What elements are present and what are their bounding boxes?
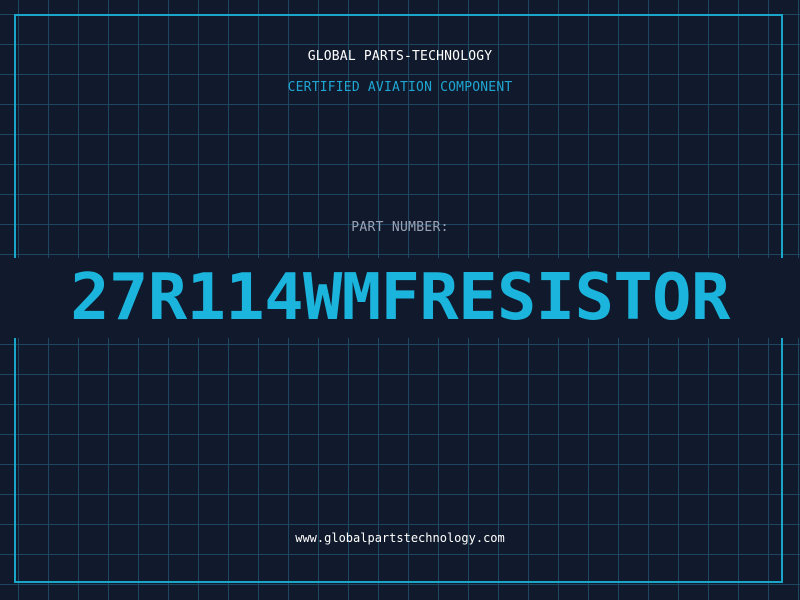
brand-name: GLOBAL PARTS-TECHNOLOGY xyxy=(307,49,493,64)
part-number-value: 27R114WMFRESISTOR xyxy=(70,261,730,335)
certification-subtitle: CERTIFIED AVIATION COMPONENT xyxy=(287,80,513,95)
part-number-label: PART NUMBER: xyxy=(351,220,449,235)
website-url: www.globalpartstechnology.com xyxy=(295,531,505,545)
